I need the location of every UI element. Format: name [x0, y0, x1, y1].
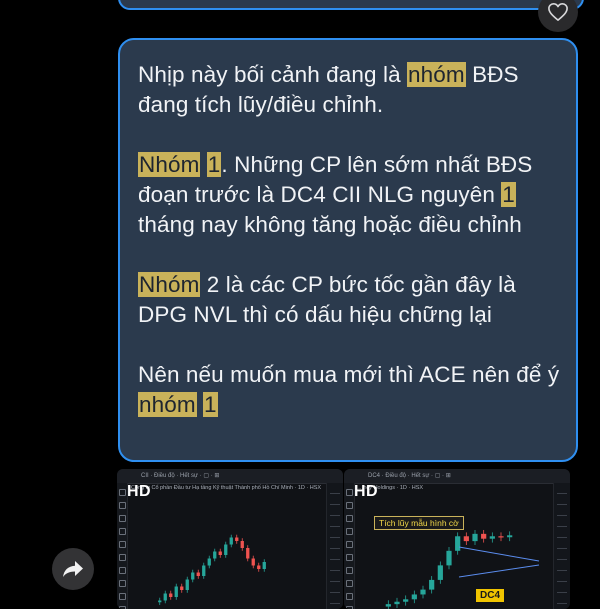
hd-badge: HD: [127, 483, 152, 500]
candle: [185, 579, 189, 590]
highlighted-text: 1: [501, 182, 516, 207]
candle: [202, 565, 206, 576]
message-paragraph: Nhóm 2 là các CP bức tốc gần đây là DPG …: [138, 270, 568, 330]
highlighted-text: nhóm: [138, 392, 197, 417]
candle: [229, 537, 233, 545]
candle: [481, 533, 487, 539]
candle: [207, 558, 211, 566]
highlighted-text: 1: [206, 152, 222, 177]
message-paragraph: Nên nếu muốn mua mới thì ACE nên để ý nh…: [138, 360, 568, 420]
message-text-segment: tháng nay không tăng hoặc điều chỉnh: [138, 212, 522, 237]
candle: [394, 601, 400, 605]
candle: [429, 579, 435, 590]
candle: [437, 565, 443, 580]
share-arrow-icon: [63, 561, 83, 577]
message-paragraph: Nhịp này bối cảnh đang là nhóm BĐS đang …: [138, 60, 568, 120]
highlighted-text: 1: [203, 392, 218, 417]
like-button[interactable]: [538, 0, 578, 32]
highlighted-text: nhóm: [407, 62, 466, 87]
candle: [246, 548, 250, 559]
candle: [191, 572, 195, 580]
candle: [420, 589, 426, 595]
candle: [235, 537, 239, 541]
candle: [507, 535, 513, 538]
trend-line: [458, 546, 540, 562]
candle: [174, 586, 178, 597]
candle: [498, 536, 504, 538]
message-bubble[interactable]: Nhịp này bối cảnh đang là nhóm BĐS đang …: [118, 38, 578, 462]
share-button[interactable]: [52, 548, 94, 590]
previous-message-bubble: [118, 0, 584, 10]
candle: [411, 594, 417, 600]
candle: [262, 562, 266, 569]
message-text-segment: Nên nếu muốn mua mới thì ACE nên để ý: [138, 362, 560, 387]
heart-outline-icon: [548, 3, 568, 21]
ticker-label: DC4: [476, 589, 505, 602]
candle: [489, 536, 495, 539]
candle: [196, 572, 200, 576]
candle: [180, 586, 184, 590]
candle: [169, 593, 173, 597]
trend-line: [458, 564, 540, 578]
candle: [455, 536, 461, 551]
candle: [218, 551, 222, 555]
highlighted-text: Nhóm: [138, 272, 201, 297]
candle: [240, 541, 244, 548]
message-text-segment: Nhịp này bối cảnh đang là: [138, 62, 408, 87]
hd-badge: HD: [354, 483, 379, 500]
candle: [463, 536, 469, 542]
candle: [163, 593, 167, 601]
candle: [158, 600, 162, 603]
message-text: Nhịp này bối cảnh đang là nhóm BĐS đang …: [138, 60, 568, 420]
candle: [251, 558, 255, 566]
chart-image-attachment-1[interactable]: CII · Điều độ · Hết sự · ▢ · ⊞ Công ty C…: [117, 469, 343, 609]
candle: [213, 551, 217, 559]
chart-annotation: Tích lũy mẫu hình cờ: [374, 516, 464, 530]
candle: [385, 604, 391, 607]
candle: [472, 533, 478, 542]
message-paragraph: Nhóm 1. Những CP lên sớm nhất BĐS đoạn t…: [138, 150, 568, 240]
candle: [446, 550, 452, 566]
candle: [257, 565, 261, 569]
highlighted-text: Nhóm: [138, 152, 201, 177]
candle: [224, 544, 228, 555]
chart-image-attachment-2[interactable]: DC4 · Điều độ · Hết sự · ▢ · ⊞ …ncy Hold…: [344, 469, 570, 609]
message-text-segment: [200, 152, 206, 177]
